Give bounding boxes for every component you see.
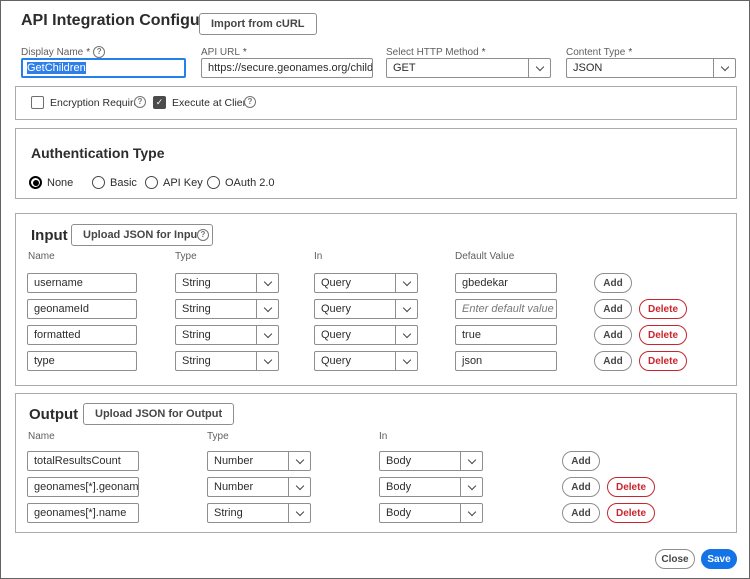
http-method-label: Select HTTP Method* xyxy=(386,46,486,58)
upload-json-for-output-button[interactable]: Upload JSON for Output xyxy=(83,403,234,425)
auth-radio-oauth[interactable] xyxy=(207,176,220,189)
output-name-field[interactable]: totalResultsCount xyxy=(27,451,139,471)
output-col-type: Type xyxy=(207,431,229,442)
input-in-select[interactable]: Query xyxy=(314,325,418,345)
chevron-down-icon[interactable] xyxy=(395,352,417,370)
content-type-select[interactable]: JSON xyxy=(566,58,736,78)
chevron-down-icon[interactable] xyxy=(460,504,482,522)
input-default-value-field[interactable]: true xyxy=(455,325,557,345)
chevron-down-icon[interactable] xyxy=(395,300,417,318)
auth-radio-oauth-label: OAuth 2.0 xyxy=(225,177,275,189)
output-name-field[interactable]: geonames[*].name xyxy=(27,503,139,523)
add-output-row-button[interactable]: Add xyxy=(562,503,600,523)
input-type-select[interactable]: String xyxy=(175,273,279,293)
chevron-down-icon[interactable] xyxy=(288,478,310,496)
input-in-select[interactable]: Query xyxy=(314,351,418,371)
input-col-name: Name xyxy=(28,251,55,262)
input-in-select[interactable]: Query xyxy=(314,299,418,319)
api-url-label: API URL* xyxy=(201,46,247,58)
display-name-label: Display Name* ? xyxy=(21,46,105,58)
input-type-select[interactable]: String xyxy=(175,351,279,371)
close-button[interactable]: Close xyxy=(655,549,695,569)
input-col-in: In xyxy=(314,251,322,262)
execute-at-client-label: Execute at Client xyxy=(172,97,251,109)
input-name-field[interactable]: type xyxy=(27,351,137,371)
selected-text: GetChildren xyxy=(27,62,86,74)
delete-output-row-button[interactable]: Delete xyxy=(607,503,655,523)
output-type-select[interactable]: Number xyxy=(207,477,311,497)
delete-output-row-button[interactable]: Delete xyxy=(607,477,655,497)
auth-radio-api-key-label: API Key xyxy=(163,177,203,189)
input-name-field[interactable]: username xyxy=(27,273,137,293)
input-in-select[interactable]: Query xyxy=(314,273,418,293)
output-in-select[interactable]: Body xyxy=(379,503,483,523)
output-in-select[interactable]: Body xyxy=(379,451,483,471)
add-input-row-button[interactable]: Add xyxy=(594,273,632,293)
output-heading: Output xyxy=(29,406,78,423)
help-icon[interactable]: ? xyxy=(134,96,146,108)
output-col-name: Name xyxy=(28,431,55,442)
input-col-default-value: Default Value xyxy=(455,251,514,262)
api-url-input[interactable]: https://secure.geonames.org/children xyxy=(201,58,373,78)
add-input-row-button[interactable]: Add xyxy=(594,351,632,371)
add-output-row-button[interactable]: Add xyxy=(562,451,600,471)
auth-radio-none[interactable] xyxy=(29,176,42,189)
chevron-down-icon[interactable] xyxy=(395,326,417,344)
delete-input-row-button[interactable]: Delete xyxy=(639,299,687,319)
auth-radio-none-label: None xyxy=(47,177,73,189)
input-default-value-field[interactable]: json xyxy=(455,351,557,371)
output-type-select[interactable]: Number xyxy=(207,451,311,471)
input-name-field[interactable]: formatted xyxy=(27,325,137,345)
input-heading: Input xyxy=(31,227,68,244)
chevron-down-icon[interactable] xyxy=(288,504,310,522)
chevron-down-icon[interactable] xyxy=(528,59,550,77)
help-icon[interactable]: ? xyxy=(197,229,209,241)
output-in-select[interactable]: Body xyxy=(379,477,483,497)
display-name-input[interactable]: GetChildren xyxy=(21,58,186,78)
http-method-select[interactable]: GET xyxy=(386,58,551,78)
chevron-down-icon[interactable] xyxy=(713,59,735,77)
input-default-value-field[interactable]: Enter default value xyxy=(455,299,557,319)
output-col-in: In xyxy=(379,431,387,442)
chevron-down-icon[interactable] xyxy=(256,326,278,344)
delete-input-row-button[interactable]: Delete xyxy=(639,351,687,371)
execute-at-client-checkbox[interactable]: ✓ xyxy=(153,96,166,109)
input-col-type: Type xyxy=(175,251,197,262)
input-type-select[interactable]: String xyxy=(175,299,279,319)
authentication-heading: Authentication Type xyxy=(31,145,165,161)
chevron-down-icon[interactable] xyxy=(288,452,310,470)
api-integration-configuration-dialog: API Integration Configuration Import fro… xyxy=(0,0,750,579)
output-name-field[interactable]: geonames[*].geonameId xyxy=(27,477,139,497)
add-input-row-button[interactable]: Add xyxy=(594,325,632,345)
auth-radio-api-key[interactable] xyxy=(145,176,158,189)
add-output-row-button[interactable]: Add xyxy=(562,477,600,497)
input-name-field[interactable]: geonameId xyxy=(27,299,137,319)
encryption-required-checkbox[interactable] xyxy=(31,96,44,109)
auth-radio-basic[interactable] xyxy=(92,176,105,189)
chevron-down-icon[interactable] xyxy=(460,478,482,496)
add-input-row-button[interactable]: Add xyxy=(594,299,632,319)
chevron-down-icon[interactable] xyxy=(460,452,482,470)
output-type-select[interactable]: String xyxy=(207,503,311,523)
upload-json-for-input-button[interactable]: Upload JSON for Input xyxy=(71,224,213,246)
input-default-value-field[interactable]: gbedekar xyxy=(455,273,557,293)
input-type-select[interactable]: String xyxy=(175,325,279,345)
chevron-down-icon[interactable] xyxy=(256,300,278,318)
help-icon[interactable]: ? xyxy=(244,96,256,108)
save-button[interactable]: Save xyxy=(701,549,737,569)
chevron-down-icon[interactable] xyxy=(256,274,278,292)
import-from-curl-button[interactable]: Import from cURL xyxy=(199,13,317,35)
help-icon[interactable]: ? xyxy=(93,46,105,58)
delete-input-row-button[interactable]: Delete xyxy=(639,325,687,345)
content-type-label: Content Type* xyxy=(566,46,632,58)
chevron-down-icon[interactable] xyxy=(395,274,417,292)
chevron-down-icon[interactable] xyxy=(256,352,278,370)
encryption-required-label: Encryption Required xyxy=(50,97,145,109)
auth-radio-basic-label: Basic xyxy=(110,177,137,189)
